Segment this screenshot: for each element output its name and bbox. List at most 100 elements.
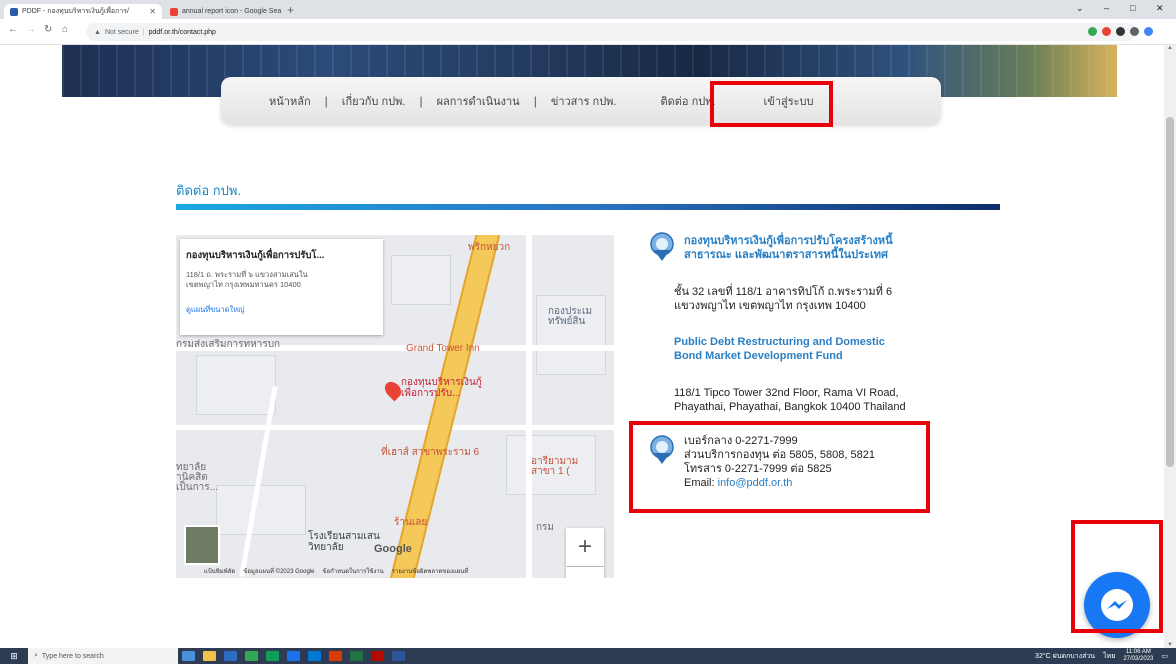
back-arrow-icon[interactable]: ← xyxy=(8,24,18,35)
org-name-english: Public Debt Restructuring and Domestic B… xyxy=(674,335,885,363)
windows-start-icon[interactable]: ⊞ xyxy=(0,651,28,662)
map-label: ทยาลัย านิคสิต เป็นการ... xyxy=(176,462,218,493)
google-logo: Google xyxy=(374,543,412,555)
tab-title: PDDF - กองทุนบริหารเงินกู้เพื่อการ/ xyxy=(22,8,129,15)
explorer-icon[interactable] xyxy=(203,651,216,661)
app-icon[interactable] xyxy=(224,651,237,661)
main-navigation: หน้าหลัก | เกี่ยวกับ กปพ. | ผลการดำเนินง… xyxy=(221,77,941,124)
notification-icon[interactable]: ▭ xyxy=(1161,652,1168,660)
app-icon[interactable] xyxy=(329,651,342,661)
warning-icon: ▲ xyxy=(94,28,101,36)
map-place-address: 118/1 ถ. พระรามที่ ๖ แขวงสามเสนใน เขตพญา… xyxy=(186,270,377,290)
edge-icon[interactable] xyxy=(308,651,321,661)
address-line: 118/1 Tipco Tower 32nd Floor, Rama VI Ro… xyxy=(674,387,899,399)
pdf-icon[interactable] xyxy=(371,651,384,661)
map-label: ร้านเลย xyxy=(394,517,428,528)
clock-date: 27/03/2023 xyxy=(1123,656,1154,662)
reload-icon[interactable]: ↻ xyxy=(44,24,52,35)
zoom-in-button[interactable]: + xyxy=(566,528,604,566)
close-tab-icon[interactable]: ✕ xyxy=(149,7,156,16)
nav-separator: | xyxy=(324,93,328,108)
browser-toolbar: ← → ↻ ⌂ ▲ Not secure | pddf.or.th/contac… xyxy=(0,19,1176,45)
search-placeholder: Type here to search xyxy=(41,652,104,660)
map-label-pin: กองทุนบริหารเงินกู้ เพื่อการปรับ... xyxy=(401,377,482,399)
address-line: Phayathai, Phayathai, Bangkok 10400 Thai… xyxy=(674,401,906,413)
pddf-favicon-icon xyxy=(10,7,18,16)
app-icon[interactable] xyxy=(287,651,300,661)
map-footer: แป้นพิมพ์ลัด ข้อมูลแผนที่ ©2023 Google ข… xyxy=(176,564,614,578)
page-viewport: หน้าหลัก | เกี่ยวกับ กปพ. | ผลการดำเนินง… xyxy=(0,45,1176,648)
map-info-card: กองทุนบริหารเงินกู้เพื่อการปรับโ... 118/… xyxy=(180,239,383,335)
puzzle-icon[interactable] xyxy=(1116,27,1125,36)
nav-home[interactable]: หน้าหลัก xyxy=(259,92,321,110)
search-icon: ⌕ xyxy=(34,652,38,659)
profile-avatar-icon[interactable] xyxy=(1144,27,1153,36)
tab-google-search[interactable]: annual report icon - Google Sea ✕ xyxy=(164,4,284,19)
map-label: โรงเรียนสามเสน วิทยาลัย xyxy=(308,531,380,553)
map-address-line: 118/1 ถ. พระรามที่ ๖ แขวงสามเสนใน xyxy=(186,270,308,279)
map-label: Grand Tower Inn xyxy=(406,343,480,354)
system-tray: 32°C ฝนตกบางส่วน ไทย 11:06 AM 27/03/2023… xyxy=(1035,649,1176,663)
page-scrollbar[interactable]: ▲ ▼ xyxy=(1164,45,1176,648)
map-label: พริกหยวก xyxy=(468,242,511,253)
url-divider: | xyxy=(142,28,145,36)
address-line: ชั้น 32 เลขที่ 118/1 อาคารทิปโก้ ถ.พระรา… xyxy=(674,286,893,298)
page-title: ติดต่อ กปพ. xyxy=(176,183,242,198)
new-tab-button[interactable]: + xyxy=(287,3,294,17)
google-map[interactable]: กองทุนบริหารเงินกู้เพื่อการปรับโ... 118/… xyxy=(176,235,614,578)
weather-text[interactable]: 32°C ฝนตกบางส่วน xyxy=(1035,651,1095,662)
report-error-link[interactable]: รายงานข้อผิดพลาดของแผนที่ xyxy=(392,566,469,576)
scroll-up-arrow-icon[interactable]: ▲ xyxy=(1167,45,1173,51)
map-label: ที่เฮาส์ สาขาพระราม 6 xyxy=(381,447,480,458)
org-name-line: สาธารณะ และพัฒนาตราสารหนี้ในประเทศ xyxy=(684,249,888,261)
map-place-name: กองทุนบริหารเงินกู้เพื่อการปรับโ... xyxy=(186,250,325,261)
clock[interactable]: 11:06 AM 27/03/2023 xyxy=(1123,649,1153,663)
keyboard-shortcuts-link[interactable]: แป้นพิมพ์ลัด xyxy=(204,566,235,576)
nav-separator: | xyxy=(419,93,423,108)
not-secure-label: Not secure xyxy=(104,28,139,36)
home-icon[interactable]: ⌂ xyxy=(62,24,68,35)
extension-icon[interactable] xyxy=(1088,27,1097,36)
terms-link[interactable]: ข้อกำหนดในการใช้งาน xyxy=(322,566,383,576)
excel-icon[interactable] xyxy=(350,651,363,661)
nav-about[interactable]: เกี่ยวกับ กปพ. xyxy=(332,92,416,110)
view-larger-map-link[interactable]: ดูแผนที่ขนาดใหญ่ xyxy=(186,304,377,316)
url-text: pddf.or.th/contact.php xyxy=(148,28,216,36)
extension-icon[interactable] xyxy=(1102,27,1111,36)
google-favicon-icon xyxy=(170,7,178,16)
location-globe-icon xyxy=(650,232,674,261)
map-data-credit: ข้อมูลแผนที่ ©2023 Google xyxy=(243,569,315,575)
map-label: อารียามาม สาขา 1 ( xyxy=(531,456,579,477)
nav-separator: | xyxy=(533,93,537,108)
browser-tab-bar: PDDF - กองทุนบริหารเงินกู้เพื่อการ/ ✕ an… xyxy=(0,0,1176,19)
minimize-button[interactable]: – xyxy=(1104,3,1109,13)
satellite-toggle[interactable] xyxy=(184,525,220,565)
close-window-button[interactable]: ✕ xyxy=(1156,3,1164,14)
maximize-button[interactable]: □ xyxy=(1130,3,1135,13)
tab-search-icon[interactable]: ⌄ xyxy=(1076,3,1084,14)
language-indicator[interactable]: ไทย xyxy=(1103,651,1115,662)
scroll-thumb[interactable] xyxy=(1166,117,1174,467)
address-english: 118/1 Tipco Tower 32nd Floor, Rama VI Ro… xyxy=(674,386,906,414)
taskview-icon[interactable] xyxy=(182,651,195,661)
map-label: กรมส่งเสริมการทหารบก xyxy=(176,339,281,350)
app-icon[interactable] xyxy=(266,651,279,661)
org-name-thai: กองทุนบริหารเงินกู้เพื่อการปรับโครงสร้าง… xyxy=(684,234,893,262)
forward-arrow-icon[interactable]: → xyxy=(26,24,36,35)
word-icon[interactable] xyxy=(392,651,405,661)
chrome-icon[interactable] xyxy=(245,651,258,661)
address-bar[interactable]: ▲ Not secure | pddf.or.th/contact.php xyxy=(86,23,1136,41)
taskbar-search-box[interactable]: ⌕ Type here to search xyxy=(28,648,178,664)
windows-taskbar: ⊞ ⌕ Type here to search 32°C ฝนตกบางส่วน… xyxy=(0,648,1176,664)
address-thai: ชั้น 32 เลขที่ 118/1 อาคารทิปโก้ ถ.พระรา… xyxy=(674,285,892,313)
nav-news[interactable]: ข่าวสาร กปพ. xyxy=(541,92,627,110)
tab-title: annual report icon - Google Sea xyxy=(182,8,282,15)
clock-time: 11:06 AM xyxy=(1125,649,1151,655)
nav-performance[interactable]: ผลการดำเนินงาน xyxy=(427,92,530,110)
sidebar-icon[interactable] xyxy=(1130,27,1139,36)
map-label: กรม xyxy=(536,522,555,533)
map-address-line: เขตพญาไท กรุงเทพมหานคร 10400 xyxy=(186,280,301,289)
org-name-line: กองทุนบริหารเงินกู้เพื่อการปรับโครงสร้าง… xyxy=(684,235,893,247)
org-name-line: Public Debt Restructuring and Domestic xyxy=(674,336,885,348)
tab-pddf[interactable]: PDDF - กองทุนบริหารเงินกู้เพื่อการ/ ✕ xyxy=(4,4,162,19)
